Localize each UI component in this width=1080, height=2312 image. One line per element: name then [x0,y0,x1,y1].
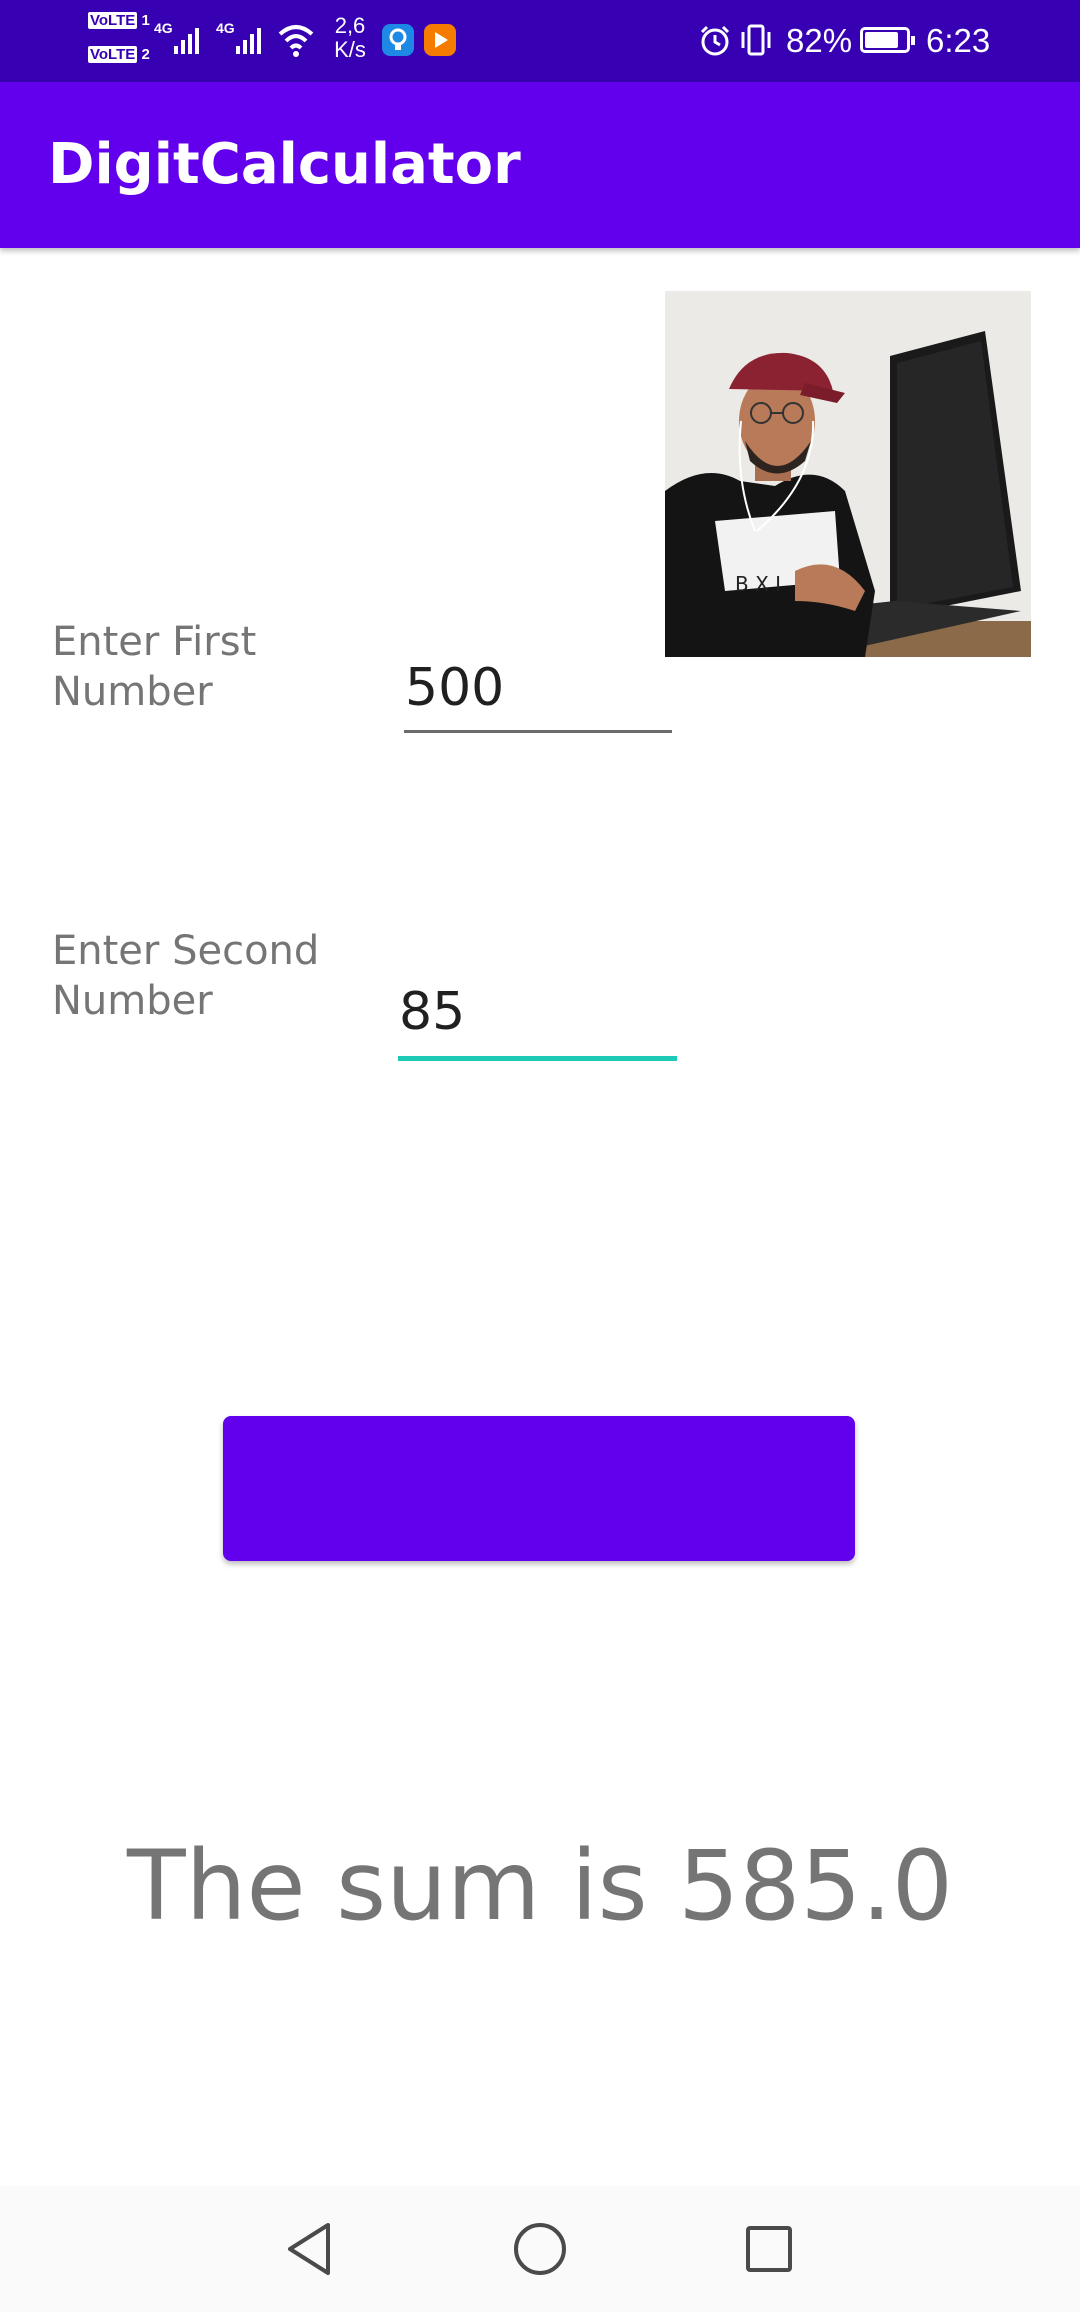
result-text: The sum is 585.0 [127,1830,953,1942]
volte-sim1: VoLTE 1 [88,12,150,29]
svg-text:B X I: B X I [735,572,781,596]
battery-percent: 82% [786,22,853,59]
home-icon[interactable] [512,2221,568,2277]
tips-app-icon [382,24,414,56]
volte-sim2: VoLTE 2 [88,46,150,63]
calculate-button[interactable] [223,1416,855,1561]
network-type-2: 4G [216,20,235,36]
user-photo: B X I [665,291,1031,657]
network-type-1: 4G [154,20,173,36]
first-number-input[interactable]: 500 [405,658,670,718]
app-bar: DigitCalculator [0,82,1080,248]
back-icon[interactable] [284,2221,334,2277]
app-title: DigitCalculator [48,132,521,197]
clock: 6:23 [926,22,991,59]
second-number-input[interactable]: 85 [399,982,674,1042]
wifi-icon [278,25,314,57]
vibrate-icon [741,24,771,56]
video-app-icon [424,24,456,56]
first-number-label: Enter First Number [52,619,257,715]
navigation-bar [0,2186,1080,2312]
signal-icon [174,28,199,54]
battery-icon [860,27,915,53]
network-speed: 2,6 K/s [334,13,366,62]
first-number-underline [404,730,672,733]
second-number-label: Enter Second Number [52,928,320,1024]
status-bar: VoLTE 1 VoLTE 2 4G 4G 2,6 K/s 82% 6:23 [0,0,1080,82]
alarm-icon [700,25,730,56]
recents-icon[interactable] [744,2221,794,2277]
second-number-underline [398,1056,677,1061]
signal-icon [236,28,261,54]
